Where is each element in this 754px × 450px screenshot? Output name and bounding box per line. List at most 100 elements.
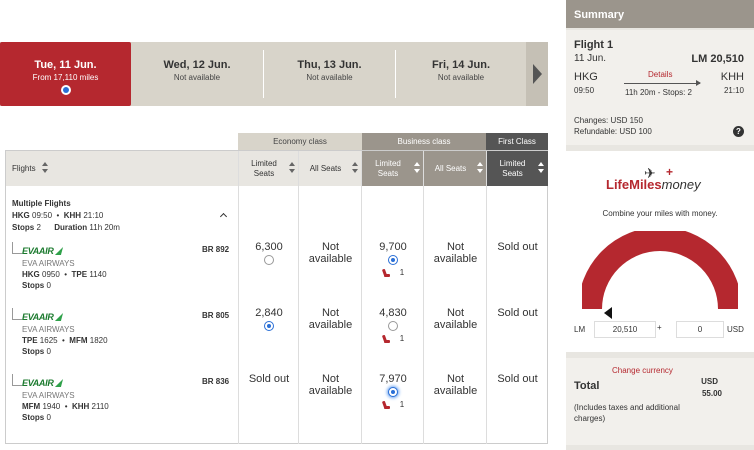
arrival-time: 2110 bbox=[91, 402, 109, 411]
next-dates-arrow-icon[interactable] bbox=[526, 42, 548, 106]
origin-code: HKG bbox=[574, 71, 598, 83]
airline-logo-text: EVAAIR bbox=[22, 245, 54, 256]
column-divider bbox=[298, 151, 299, 444]
change-fee: Changes: USD 150 bbox=[574, 116, 643, 125]
departure-time: 09:50 bbox=[574, 86, 595, 95]
seat-icon bbox=[382, 401, 390, 409]
segment-stops: Stops 0 bbox=[22, 346, 51, 357]
details-link[interactable]: Details bbox=[648, 70, 672, 79]
duration-stops: 11h 20m - Stops: 2 bbox=[625, 88, 692, 97]
fare-radio-selected[interactable] bbox=[388, 255, 398, 265]
seats-count: 1 bbox=[399, 268, 405, 277]
total-label: Total bbox=[574, 380, 600, 392]
eva-logo-icon bbox=[54, 379, 63, 387]
sort-icon[interactable] bbox=[414, 162, 420, 174]
fare-radio-selected[interactable] bbox=[388, 387, 398, 397]
business-limited-seats-header[interactable]: Limited Seats bbox=[362, 151, 424, 186]
availability-text: Sold out bbox=[497, 307, 538, 319]
stops-value: 0 bbox=[46, 281, 51, 290]
business-limited-cell: 7,970 1 bbox=[362, 373, 424, 411]
sort-icon[interactable] bbox=[289, 162, 295, 174]
total-currency: USD bbox=[701, 377, 718, 386]
stops-value: 0 bbox=[46, 413, 51, 422]
date-selector: Tue, 11 Jun. From 17,110 miles Wed, 12 J… bbox=[0, 42, 548, 106]
segment-connector bbox=[12, 308, 22, 320]
segment-route: HKG 0950 • TPE 1140 bbox=[22, 270, 107, 279]
date-label: Wed, 12 Jun. bbox=[163, 59, 231, 71]
flight-number: BR 836 bbox=[202, 377, 230, 386]
column-label: Limited Seats bbox=[375, 158, 401, 178]
column-label: All Seats bbox=[434, 163, 467, 173]
stops-value: 0 bbox=[46, 347, 51, 356]
usd-label: USD bbox=[727, 325, 744, 334]
arrival-time: 1820 bbox=[89, 336, 108, 345]
economy-all-cell: Not available bbox=[299, 241, 362, 265]
segment-connector bbox=[12, 242, 22, 254]
economy-all-cell: Not available bbox=[299, 373, 362, 397]
duration-label: Duration bbox=[54, 223, 88, 232]
date-option-tue-11[interactable]: Tue, 11 Jun. From 17,110 miles bbox=[0, 42, 131, 106]
segment-stops: Stops 0 bbox=[22, 412, 51, 423]
chevron-up-icon[interactable] bbox=[220, 213, 228, 219]
flights-table: Flights Limited Seats All Seats Limited … bbox=[5, 150, 548, 444]
help-icon[interactable]: ? bbox=[733, 126, 744, 137]
economy-all-seats-header[interactable]: All Seats bbox=[299, 151, 362, 186]
gauge-pointer-icon[interactable] bbox=[604, 307, 612, 319]
miles-value: 9,700 bbox=[379, 241, 407, 253]
destination-code: KHH bbox=[720, 71, 744, 83]
business-limited-cell: 4,830 1 bbox=[362, 307, 424, 345]
fare-radio[interactable] bbox=[264, 255, 274, 265]
origin-code: MFM bbox=[22, 402, 41, 411]
date-option-thu-13[interactable]: Thu, 13 Jun. Not available bbox=[264, 42, 395, 106]
miles-value: 7,970 bbox=[379, 373, 407, 385]
usd-input[interactable]: 0 bbox=[676, 321, 724, 338]
itinerary-summary: Multiple Flights HKG 09:50 • KHH 21:10 S… bbox=[12, 198, 237, 234]
business-all-cell: Not available bbox=[424, 307, 487, 331]
lifemiles-money-widget: ✈ + LifeMilesmoney Combine your miles wi… bbox=[566, 151, 754, 352]
availability-text: Not available bbox=[433, 307, 478, 331]
seats-left: 1 bbox=[362, 333, 424, 345]
segment-route: MFM 1940 • KHH 2110 bbox=[22, 402, 109, 411]
first-limited-seats-header[interactable]: Limited Seats bbox=[487, 151, 548, 186]
sort-icon[interactable] bbox=[538, 162, 544, 174]
refund-fee: Refundable: USD 100 bbox=[574, 127, 652, 136]
sort-icon[interactable] bbox=[477, 162, 483, 174]
itinerary-route: HKG 09:50 • KHH 21:10 bbox=[12, 211, 104, 220]
availability-text: Not available bbox=[308, 241, 353, 265]
date-option-wed-12[interactable]: Wed, 12 Jun. Not available bbox=[131, 42, 263, 106]
sort-icon[interactable] bbox=[352, 162, 358, 174]
flight-segment: EVAAIR EVA AIRWAYS HKG 0950 • TPE 1140 S… bbox=[12, 242, 238, 292]
duration-value: 11h 20m bbox=[89, 223, 120, 232]
airline-logo-text: EVAAIR bbox=[22, 377, 54, 388]
economy-limited-seats-header[interactable]: Limited Seats bbox=[239, 151, 299, 186]
stops-label: Stops bbox=[22, 347, 45, 356]
change-currency-link[interactable]: Change currency bbox=[612, 366, 673, 375]
airline-name: EVA AIRWAYS bbox=[22, 259, 75, 268]
column-label: Limited Seats bbox=[499, 158, 526, 178]
eva-logo-icon bbox=[54, 313, 63, 321]
miles-value: 2,840 bbox=[255, 307, 283, 319]
seat-icon bbox=[382, 335, 390, 343]
date-selected-radio[interactable] bbox=[60, 85, 71, 95]
itinerary-title: Multiple Flights bbox=[12, 199, 71, 208]
first-class-header: First Class bbox=[486, 133, 548, 150]
sort-icon[interactable] bbox=[42, 162, 48, 174]
segment-route: TPE 1625 • MFM 1820 bbox=[22, 336, 108, 345]
date-availability: Not available bbox=[306, 73, 353, 82]
fare-radio[interactable] bbox=[388, 321, 398, 331]
segment-connector bbox=[12, 374, 22, 386]
economy-limited-cell: 6,300 bbox=[239, 241, 299, 265]
column-divider bbox=[238, 151, 239, 444]
fare-radio-selected[interactable] bbox=[264, 321, 274, 331]
miles-input[interactable]: 20,510 bbox=[594, 321, 656, 338]
date-option-fri-14[interactable]: Fri, 14 Jun. Not available bbox=[396, 42, 526, 106]
business-all-seats-header[interactable]: All Seats bbox=[424, 151, 487, 186]
destination-code: MFM bbox=[69, 336, 88, 345]
seats-count: 1 bbox=[399, 334, 405, 343]
availability-text: Sold out bbox=[497, 373, 538, 385]
miles-money-gauge[interactable] bbox=[582, 231, 738, 321]
business-class-header: Business class bbox=[362, 133, 486, 150]
flights-column-header[interactable]: Flights bbox=[6, 151, 239, 186]
seats-count: 1 bbox=[399, 400, 405, 409]
origin-code: TPE bbox=[22, 336, 38, 345]
